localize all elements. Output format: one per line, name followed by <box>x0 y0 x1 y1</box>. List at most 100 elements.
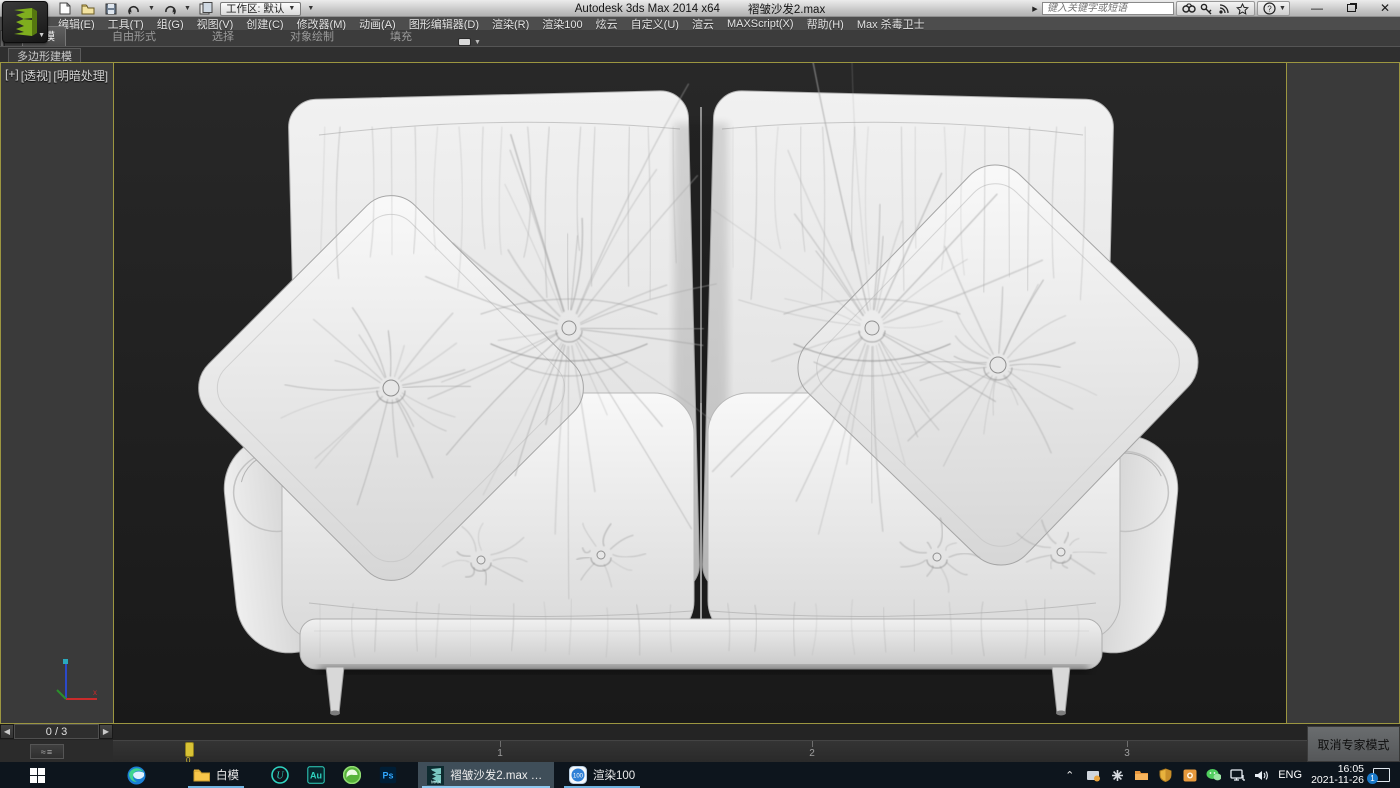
timeline-tick-label: 1 <box>497 748 503 759</box>
ribbon-tab-4[interactable]: 填充 <box>380 27 422 46</box>
ribbon-panel-row: 多边形建模 <box>0 46 1400 62</box>
mini-curve-editor-button[interactable]: ≈≡ <box>30 744 64 759</box>
infocenter: ▶ <box>1030 1 1290 16</box>
app-title: Autodesk 3ds Max 2014 x64 <box>575 3 720 15</box>
ribbon-tab-1[interactable]: 自由形式 <box>102 27 166 46</box>
help-dropdown-caret[interactable]: ▼ <box>1279 5 1286 12</box>
viewport-label: [+] [透视] [明暗处理] <box>5 67 108 84</box>
next-frame-button[interactable]: ▶ <box>99 724 113 739</box>
infocenter-buttons <box>1176 1 1255 16</box>
sofa-base <box>300 619 1102 674</box>
taskbar-photoshop-button[interactable]: Ps <box>370 762 406 788</box>
key-icon <box>1200 3 1213 15</box>
restore-button[interactable] <box>1342 1 1360 15</box>
timeline-tick <box>1127 741 1128 747</box>
tray-expand-chevron-icon[interactable]: ⌃ <box>1062 768 1077 783</box>
taskbar-green-browser-button[interactable] <box>334 762 370 788</box>
frame-spinner-row: ◀ 0 / 3 ▶ <box>0 724 1400 740</box>
taskbar-3dsmax-window[interactable]: MAX 褶皱沙发2.max - A... <box>418 762 554 788</box>
menu-item-13[interactable]: MAXScript(X) <box>727 18 794 30</box>
favorites-button[interactable] <box>1234 2 1251 15</box>
window-controls: — ✕ <box>1308 0 1394 16</box>
photoshop-ps-icon: Ps <box>379 766 397 784</box>
svg-text:Au: Au <box>310 771 322 781</box>
polygon-modeling-panel-tab[interactable]: 多边形建模 <box>8 48 81 63</box>
close-button[interactable]: ✕ <box>1376 1 1394 15</box>
taskbar-edge-button[interactable] <box>116 762 156 788</box>
system-tray: ⌃ <box>1062 764 1400 786</box>
windows-logo-icon <box>30 768 45 783</box>
communication-center-button[interactable] <box>1216 2 1233 15</box>
previous-frame-button[interactable]: ◀ <box>0 724 14 739</box>
help-question-icon: ? <box>1263 2 1276 15</box>
security-shield-icon[interactable] <box>1158 768 1173 783</box>
taskbar-render100-window[interactable]: 100 渲染100 <box>560 762 644 788</box>
edge-browser-icon <box>127 766 146 785</box>
sign-in-button[interactable] <box>1198 2 1215 15</box>
ribbon-tab-3[interactable]: 对象绘制 <box>280 27 344 46</box>
star-icon <box>1236 3 1249 15</box>
3dsmax-taskbar-icon: MAX <box>427 766 444 785</box>
viewport-menu-plus[interactable]: [+] <box>5 67 19 84</box>
taskbar-window-label: 褶皱沙发2.max - A... <box>450 767 545 783</box>
satellite-dish-icon <box>1218 3 1231 15</box>
svg-text:x: x <box>93 688 97 697</box>
application-menu-button[interactable]: ▼ <box>2 1 48 43</box>
svg-text:U: U <box>276 771 284 782</box>
minimize-button[interactable]: — <box>1308 1 1326 15</box>
ribbon-tab-bar: 建模自由形式选择对象绘制填充▼ <box>0 30 1400 46</box>
title-bar: ▼ ▼ 工作区: 默认 ▼ ▼ Autodesk 3ds Max <box>0 0 1400 17</box>
wechat-icon[interactable] <box>1206 768 1221 783</box>
timeline-tick <box>500 741 501 747</box>
timeline-tick-label: 3 <box>1124 748 1130 759</box>
network-icon[interactable] <box>1230 768 1245 783</box>
viewport[interactable]: [+] [透视] [明暗处理] x <box>0 62 1400 724</box>
search-button[interactable] <box>1180 2 1197 15</box>
green-browser-icon <box>343 766 361 784</box>
sofa-legs <box>326 667 1070 716</box>
folder-tray-icon[interactable] <box>1134 768 1149 783</box>
ribbon-tab-2[interactable]: 选择 <box>202 27 244 46</box>
app-menu-caret-icon: ▼ <box>38 32 45 39</box>
clock[interactable]: 16:05 2021-11-26 <box>1311 764 1364 786</box>
folder-icon <box>193 768 210 782</box>
screenshot-app-icon[interactable] <box>1182 768 1197 783</box>
cancel-expert-mode-button[interactable]: 取消专家模式 <box>1307 726 1400 762</box>
time-track[interactable]: 123 0 <box>113 740 1307 762</box>
plugin-tray-icon[interactable] <box>1110 768 1125 783</box>
language-indicator[interactable]: ENG <box>1278 769 1302 781</box>
timeline-tick <box>812 741 813 747</box>
help-button[interactable]: ? <box>1261 2 1278 15</box>
taskbar-iobit-button[interactable]: U <box>262 762 298 788</box>
notification-badge: 1 <box>1367 773 1378 784</box>
binoculars-icon <box>1182 3 1196 14</box>
svg-text:100: 100 <box>573 774 584 780</box>
time-slider-handle[interactable] <box>185 742 194 757</box>
taskbar-explorer-window[interactable]: 白模 <box>184 762 248 788</box>
taskbar: 白模 U Au Ps <box>0 762 1400 788</box>
svg-text:?: ? <box>1267 4 1272 13</box>
viewport-shading-menu[interactable]: [明暗处理] <box>53 67 108 84</box>
volume-icon[interactable] <box>1254 768 1269 783</box>
document-title: 褶皱沙发2.max <box>748 1 825 17</box>
infocenter-collapse-arrow[interactable]: ▶ <box>1030 2 1040 15</box>
viewport-view-menu[interactable]: [透视] <box>21 67 52 84</box>
sofa-3d-model[interactable] <box>114 63 1288 723</box>
timeline-row: ≈≡ 123 0 <box>0 740 1400 762</box>
audition-au-icon: Au <box>307 766 325 784</box>
frame-counter[interactable]: 0 / 3 <box>14 724 99 739</box>
ribbon-state-icon <box>458 38 471 46</box>
taskbar-window-label: 白模 <box>216 767 239 783</box>
start-button[interactable] <box>14 762 60 788</box>
help-group: ? ▼ <box>1257 1 1290 16</box>
tray-date: 2021-11-26 <box>1311 775 1364 786</box>
search-input[interactable] <box>1042 2 1174 15</box>
restore-icon <box>1347 4 1356 12</box>
3dsmax-logo-icon <box>8 5 42 39</box>
ribbon-display-toggle[interactable]: ▼ <box>458 38 481 46</box>
render100-icon: 100 <box>569 766 587 784</box>
taskbar-audition-button[interactable]: Au <box>298 762 334 788</box>
taskbar-window-label: 渲染100 <box>593 767 635 783</box>
notification-center-icon[interactable]: 1 <box>1373 768 1390 782</box>
snipping-tool-icon[interactable] <box>1086 768 1101 783</box>
